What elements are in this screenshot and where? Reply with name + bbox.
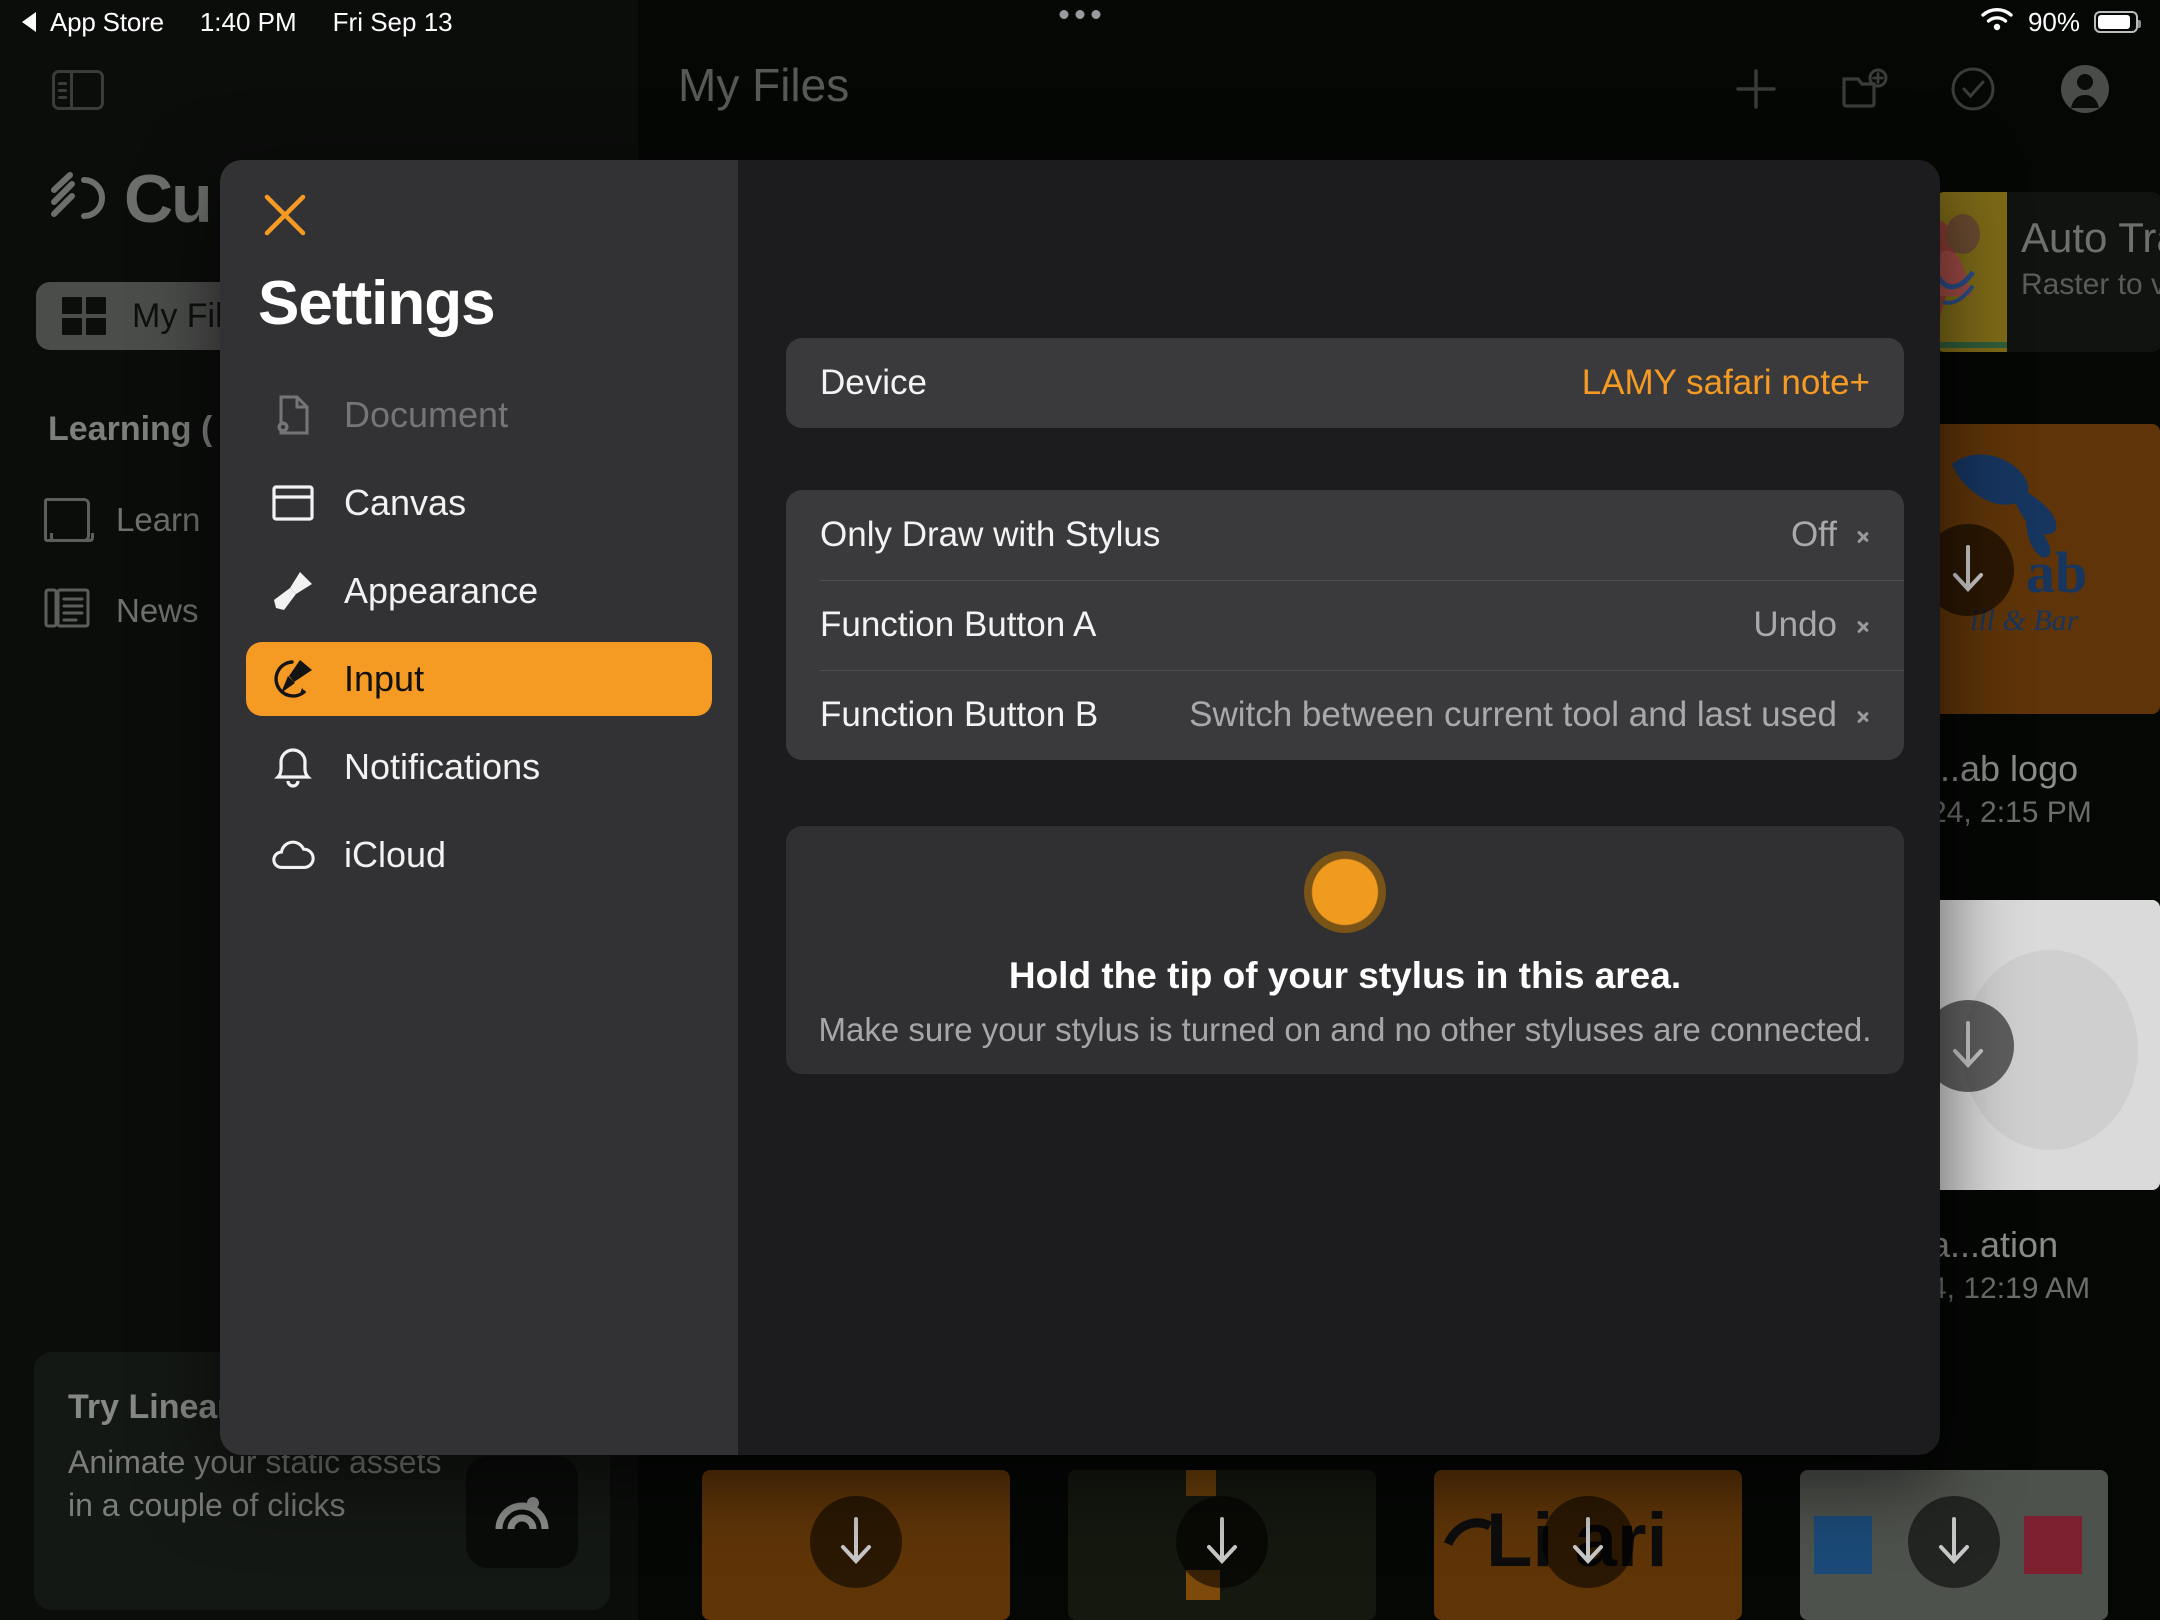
status-bar-date: Fri Sep 13 <box>332 6 453 37</box>
sidebar-item-label: Input <box>344 658 425 699</box>
sidebar-item-label: My Fil <box>132 296 223 335</box>
settings-nav-panel <box>220 160 738 1455</box>
battery-icon <box>2094 11 2141 33</box>
brand: Cu <box>50 160 213 238</box>
brush-icon <box>270 568 316 614</box>
feature-card-title: Auto Tra <box>2021 214 2160 261</box>
row-label: Function Button A <box>820 605 1097 644</box>
download-badge[interactable] <box>810 1496 902 1588</box>
sidebar-item-label: iCloud <box>344 834 447 875</box>
folder-plus-icon[interactable] <box>1840 67 1888 116</box>
sidebar-item-label: Document <box>344 394 509 435</box>
linearity-logo-icon <box>466 1456 578 1568</box>
stylus-detect-title: Hold the tip of your stylus in this area… <box>1008 955 1682 996</box>
stylus-detect-card[interactable]: Hold the tip of your stylus in this area… <box>786 826 1904 1074</box>
sidebar-toggle-icon[interactable] <box>52 70 104 110</box>
settings-title: Settings <box>258 269 496 338</box>
file-thumbnail-bottom-4[interactable] <box>1800 1470 2108 1620</box>
row-value-group: Switch between current tool and last use… <box>1189 695 1870 735</box>
row-value: Undo <box>1753 605 1837 644</box>
sidebar-section-header: Learning ( <box>48 410 213 448</box>
feature-thumbnail <box>1933 192 2007 352</box>
screen-root: My Files Auto Tr Raster to v ab ill & Ba… <box>0 0 2160 1620</box>
canvas-icon <box>270 480 316 526</box>
file-thumbnail-crab-logo[interactable]: ab ill & Bar <box>1930 424 2160 714</box>
file-meta-1: ...ab logo 24, 2:15 PM <box>1930 748 2092 830</box>
sidebar-item-appearance[interactable]: Appearance <box>246 554 712 628</box>
svg-text:ab: ab <box>2026 540 2087 605</box>
page-title: My Files <box>678 59 850 111</box>
battery-percent-label: 90% <box>2027 6 2080 37</box>
sidebar-item-canvas[interactable]: Canvas <box>246 466 712 540</box>
file-name: a...ation <box>1930 1224 2059 1265</box>
row-function-button-a[interactable]: Function Button A Undo <box>786 580 1904 670</box>
cloud-icon <box>270 832 316 878</box>
back-triangle-icon[interactable] <box>22 12 36 32</box>
row-function-button-b[interactable]: Function Button B Switch between current… <box>786 670 1904 760</box>
sidebar-item-label: Learn <box>116 501 201 538</box>
concepts-logo-icon <box>50 172 108 226</box>
sidebar-item-news[interactable]: News <box>44 586 199 635</box>
sidebar-item-label: News <box>116 591 199 629</box>
file-name: ...ab logo <box>1930 748 2079 789</box>
status-bar-time: 1:40 PM <box>199 6 297 37</box>
multitask-dots-icon[interactable] <box>1059 10 1101 19</box>
feature-card-subtitle: Raster to ve <box>2021 268 2160 301</box>
status-bar-right: 90% <box>1980 0 2141 44</box>
download-badge[interactable] <box>1542 1496 1634 1588</box>
file-thumbnail-illustration[interactable] <box>1930 900 2160 1190</box>
newspaper-icon <box>44 586 90 635</box>
chevron-right-icon <box>1857 614 1870 636</box>
chevron-right-icon <box>1857 704 1870 726</box>
row-label: Only Draw with Stylus <box>820 515 1161 554</box>
bell-icon <box>270 744 316 790</box>
download-badge[interactable] <box>1908 1496 2000 1588</box>
device-card: Device LAMY safari note+ <box>786 338 1904 428</box>
grid-icon <box>62 297 106 335</box>
file-thumbnail-bottom-2[interactable] <box>1068 1470 1376 1620</box>
row-value-group: Undo <box>1753 605 1870 645</box>
input-settings-card: Only Draw with Stylus Off Function Butto… <box>786 490 1904 760</box>
sidebar-item-learn[interactable]: Learn <box>44 498 200 542</box>
sidebar-item-label: Notifications <box>344 746 541 787</box>
status-bar: App Store 1:40 PM Fri Sep 13 90% <box>0 0 2160 44</box>
chevron-right-icon <box>1857 524 1870 546</box>
book-icon <box>44 498 94 542</box>
check-circle-icon[interactable] <box>1950 66 1996 117</box>
brand-title: Cu <box>124 161 213 237</box>
account-avatar-icon[interactable] <box>2058 62 2112 121</box>
plus-icon[interactable] <box>1734 67 1778 116</box>
document-gear-icon <box>270 392 316 438</box>
device-row-value: LAMY safari note+ <box>1581 363 1870 402</box>
row-only-draw-with-stylus[interactable]: Only Draw with Stylus Off <box>786 490 1904 580</box>
file-date: 24, 2:15 PM <box>1930 796 2092 829</box>
sidebar-item-icloud[interactable]: iCloud <box>246 818 712 892</box>
status-bar-back-label[interactable]: App Store <box>50 7 164 38</box>
sidebar-item-input[interactable]: Input <box>246 642 712 716</box>
files-toolbar <box>1734 62 2112 121</box>
row-value: Off <box>1790 515 1837 554</box>
row-value: Switch between current tool and last use… <box>1189 695 1837 734</box>
download-badge[interactable] <box>1176 1496 1268 1588</box>
sidebar-item-document[interactable]: Document <box>246 378 712 452</box>
feature-card-auto-trace[interactable]: Auto Tra Raster to ve <box>1933 192 2160 352</box>
close-icon[interactable] <box>262 192 308 238</box>
sidebar-item-label: Canvas <box>344 482 467 523</box>
device-row[interactable]: Device LAMY safari note+ <box>786 338 1904 428</box>
file-meta-2: a...ation 4, 12:19 AM <box>1930 1224 2090 1306</box>
wifi-icon <box>1980 6 2014 39</box>
device-row-label: Device <box>820 363 927 402</box>
file-thumbnail-bottom-1[interactable] <box>702 1470 1010 1620</box>
sidebar-item-notifications[interactable]: Notifications <box>246 730 712 804</box>
file-date: 4, 12:19 AM <box>1930 1272 2091 1305</box>
stylus-detect-dot-icon <box>1304 851 1386 933</box>
stylus-detect-subtitle: Make sure your stylus is turned on and n… <box>818 1011 1872 1048</box>
stylus-tip-icon <box>270 656 316 702</box>
row-label: Function Button B <box>820 695 1099 734</box>
row-value-group: Off <box>1791 515 1870 555</box>
status-bar-left: App Store 1:40 PM Fri Sep 13 <box>0 7 453 38</box>
file-thumbnail-bottom-3[interactable]: Li ari <box>1434 1470 1742 1620</box>
sidebar-item-label: Appearance <box>344 570 539 611</box>
feature-card-text: Auto Tra Raster to ve <box>2007 192 2160 352</box>
